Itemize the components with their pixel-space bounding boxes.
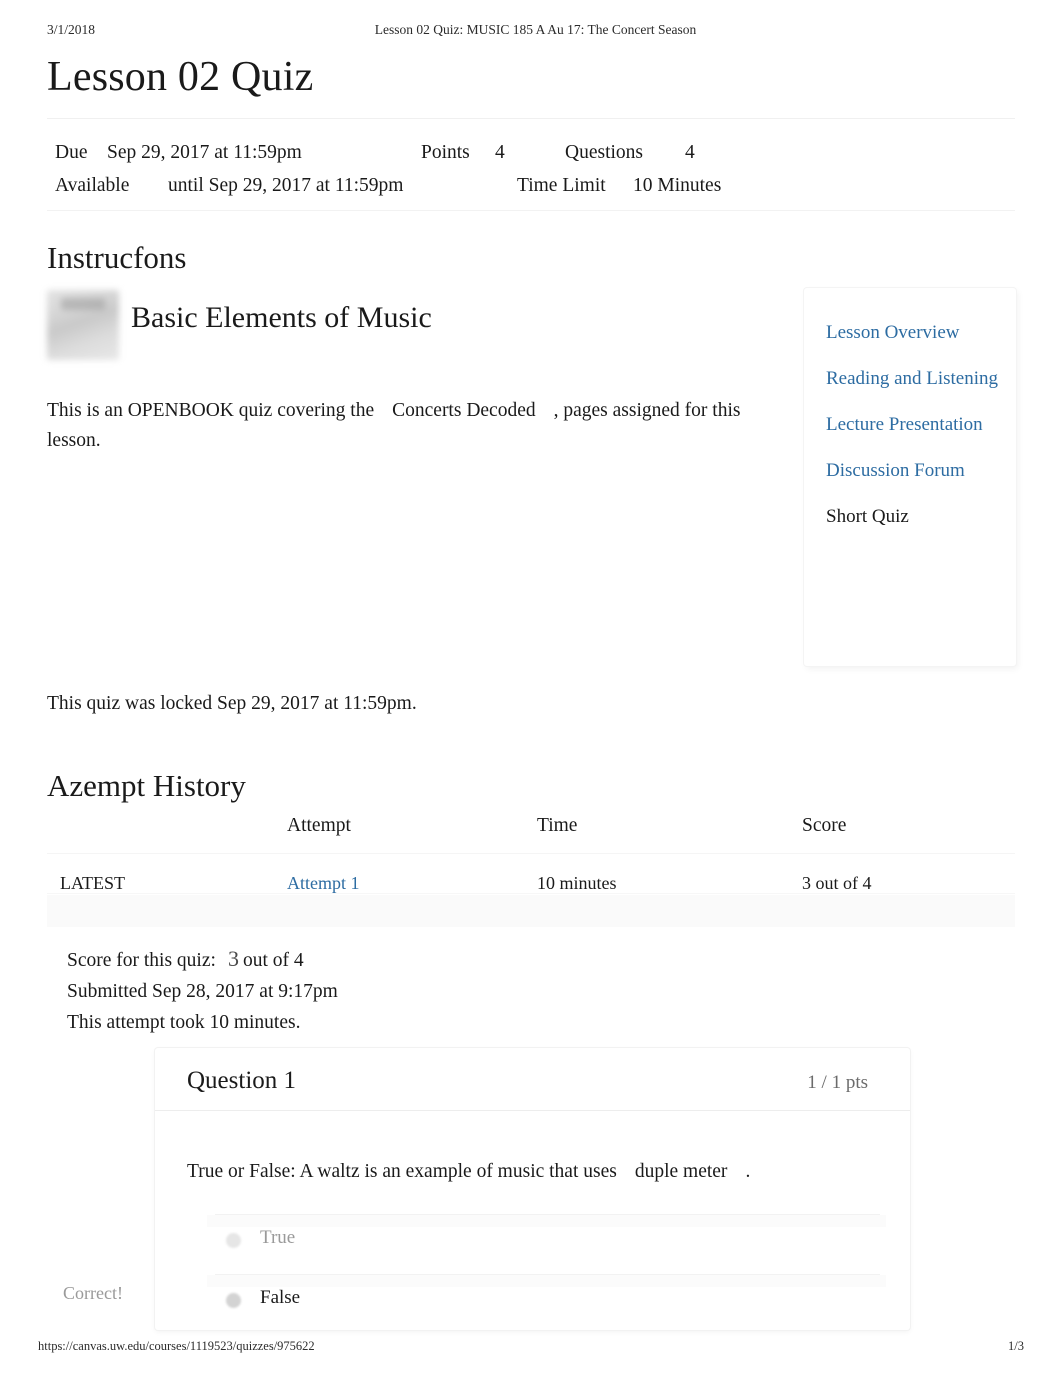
nav-item-short-quiz: Short Quiz [826,506,909,527]
radio-icon[interactable] [226,1233,241,1248]
submitted-line: Submitted Sep 28, 2017 at 9:17pm [67,981,338,1002]
score-summary: Score for this quiz: 3 out of 4 Submitted … [67,943,338,1038]
attempt-time: 10 minutes [537,873,617,893]
meta-divider [47,210,1015,211]
lesson-subtitle: Basic Elements of Music [131,301,432,334]
quiz-locked-notice: This quiz was locked Sep 29, 2017 at 11:… [47,693,417,714]
attempt-score: 3 out of 4 [802,873,872,893]
due-label: Due [55,142,88,163]
correct-answer-flag: Correct! [63,1283,123,1303]
lesson-nav-box: Lesson Overview Reading and Listening Le… [804,288,1016,666]
nav-item-discussion-forum[interactable]: Discussion Forum [814,456,1006,486]
available-value: until Sep 29, 2017 at 11:59pm [168,175,404,196]
instructions-heading: Instrucfons [47,240,187,275]
table-row: LATEST Attempt 1 10 minutes 3 out of 4 [47,855,1015,910]
available-label: Available [55,175,130,196]
points-value: 4 [495,142,505,163]
attempt-link[interactable]: Attempt 1 [287,873,360,893]
score-suffix: out of 4 [242,950,304,971]
print-header: 3/1/2018 Lesson 02 Quiz: MUSIC 185 A Au … [47,22,1024,42]
question-text-part2: . [745,1161,751,1182]
answer-option-false[interactable]: False [155,1274,910,1334]
points-label: Points [421,142,470,163]
col-header-score: Score [802,815,847,836]
nav-item-reading-and-listening[interactable]: Reading and Listening [814,364,1006,394]
answer-label-false: False [260,1287,301,1308]
attempt-history-table: Attempt Time Score LATEST Attempt 1 10 m… [47,815,1015,910]
attempt-status-badge: LATEST [60,873,125,893]
questions-label: Questions [565,142,643,163]
questions-value: 4 [685,142,695,163]
answer-options: True False [155,1214,910,1334]
question-text: True or False: A waltz is an example of … [187,1157,878,1186]
time-limit-label: Time Limit [517,175,606,196]
nav-item-lesson-overview[interactable]: Lesson Overview [814,318,1006,348]
quiz-meta-row-2: Available until Sep 29, 2017 at 11:59pm … [55,169,1015,202]
score-line: Score for this quiz: 3 out of 4 [67,943,338,976]
attempt-history-heading: Azempt History [47,768,246,803]
col-header-status [47,815,287,855]
print-document-title: Lesson 02 Quiz: MUSIC 185 A Au 17: The C… [374,22,697,37]
question-text-part1: True or False: A waltz is an example of … [187,1161,617,1182]
answer-band-top [207,1215,886,1227]
question-title: Question 1 [187,1067,297,1094]
instructions-body-part1: This is an OPENBOOK quiz covering the [47,399,375,421]
nav-item-lecture-presentation[interactable]: Lecture Presentation [814,410,1006,440]
quiz-meta-block: Due Sep 29, 2017 at 11:59pm Points 4 Que… [55,136,1015,202]
table-header-row: Attempt Time Score [47,815,1015,855]
page-title: Lesson 02 Quiz [47,54,314,100]
title-divider [47,118,1015,119]
answer-band-bottom [207,1275,886,1287]
question-text-emphasis: duple meter [634,1161,728,1182]
question-card: Question 1 1 / 1 pts True or False: A wa… [155,1048,910,1330]
quiz-meta-row-1: Due Sep 29, 2017 at 11:59pm Points 4 Que… [55,136,1015,169]
question-body: True or False: A waltz is an example of … [155,1111,910,1186]
instructions-body: This is an OPENBOOK quiz covering the Con… [47,396,787,456]
answer-label-true: True [260,1227,296,1248]
question-header: Question 1 1 / 1 pts [155,1048,910,1111]
lesson-nav-list: Lesson Overview Reading and Listening Le… [804,288,1016,666]
score-label: Score for this quiz: [67,950,216,971]
duration-line: This attempt took 10 minutes. [67,1012,301,1033]
print-url: https://canvas.uw.edu/courses/1119523/qu… [38,1339,315,1353]
col-header-attempt: Attempt [287,815,351,836]
col-header-time: Time [537,815,578,836]
question-points: 1 / 1 pts [807,1072,868,1093]
instructions-body-emphasis: Concerts Decoded [392,399,536,421]
lesson-thumbnail-image [47,290,119,360]
score-value: 3 [227,946,239,971]
radio-selected-icon[interactable] [226,1293,241,1308]
due-value: Sep 29, 2017 at 11:59pm [107,142,302,163]
print-footer: https://canvas.uw.edu/courses/1119523/qu… [38,1339,1024,1357]
answer-option-true[interactable]: True [155,1214,910,1274]
print-page-number: 1/3 [1008,1339,1024,1353]
time-limit-value: 10 Minutes [633,175,722,196]
